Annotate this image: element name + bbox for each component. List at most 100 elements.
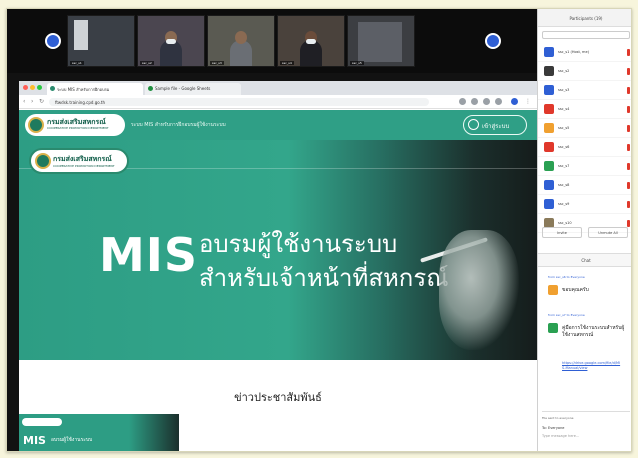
header-title: ระบบ MIS สำหรับการฝึกอบรมผู้ใช้งานระบบ (131, 122, 226, 128)
participant-name: ssc_s6 (558, 145, 570, 149)
participant-avatar (544, 161, 554, 171)
microphone-muted-icon[interactable] (627, 182, 630, 189)
chat-message-link[interactable]: https://drive.google.com/file/d/MIS-Manu… (562, 361, 622, 371)
microphone-muted-icon[interactable] (627, 125, 630, 132)
participant-row[interactable]: ssc_s3 (538, 81, 631, 100)
url-input[interactable]: ftwdsk.training.cpd.go.th (49, 98, 429, 106)
video-tile[interactable]: ssc_s2 (137, 15, 205, 67)
news-heading: ข่าวประชาสัมพันธ์ (234, 391, 322, 404)
extension-icon[interactable] (459, 98, 466, 105)
video-tile[interactable]: ssc_s5 (347, 15, 415, 67)
invite-button[interactable]: Invite (542, 227, 582, 238)
unmute-all-button[interactable]: Unmute All (588, 227, 628, 238)
participant-row[interactable]: ssc_s2 (538, 62, 631, 81)
site-header: กรมส่งเสริมสหกรณ์ COOPERATIVE PROMOTION … (19, 110, 537, 140)
chat-avatar (548, 285, 558, 295)
participant-avatar (544, 123, 554, 133)
participant-name: ssc_s5 (558, 126, 570, 130)
participant-row[interactable]: ssc_s8 (538, 176, 631, 195)
participant-row[interactable]: ssc_s1 (Host, me) (538, 43, 631, 62)
site-logo[interactable]: กรมส่งเสริมสหกรณ์ COOPERATIVE PROMOTION … (25, 114, 125, 136)
participant-row[interactable]: ssc_s9 (538, 195, 631, 214)
participant-row[interactable]: ssc_s4 (538, 100, 631, 119)
address-bar-row: ‹ › ↻ ftwdsk.training.cpd.go.th ⋮ (19, 95, 537, 109)
reload-icon[interactable]: ↻ (39, 98, 44, 105)
tab-label: ระบบ MIS สำหรับการฝึกอบรม (57, 87, 110, 92)
chat-avatar (548, 323, 558, 333)
hero-heading: MIS (99, 228, 199, 282)
chat-message-input[interactable]: Type message here... (542, 434, 579, 438)
close-window-icon[interactable] (23, 85, 28, 90)
thumbnail-image (129, 414, 179, 451)
video-gallery: ssc_s1 ssc_s2 ssc_s3 ssc_s4 ssc_s5 (7, 9, 537, 73)
news-section: ข่าวประชาสัมพันธ์ MIS อบรมผู้ใช้งานระบบ (19, 360, 537, 451)
participant-avatar (544, 66, 554, 76)
participant-avatar (544, 142, 554, 152)
browser-tab-active[interactable]: ระบบ MIS สำหรับการฝึกอบรม (47, 83, 143, 95)
participant-name: ssc_s9 (558, 202, 570, 206)
participant-search-input[interactable] (542, 31, 630, 39)
microphone-muted-icon[interactable] (627, 220, 630, 227)
participant-row[interactable]: ssc_s5 (538, 119, 631, 138)
gallery-next-button[interactable] (485, 33, 501, 49)
logo-subtext: COOPERATIVE PROMOTION DEPARTMENT (47, 126, 109, 130)
chat-compose: File sent to everyone To: Everyone Type … (542, 411, 630, 441)
participant-avatar (544, 104, 554, 114)
participant-name: ssc_s3 (558, 88, 570, 92)
forward-icon[interactable]: › (31, 98, 33, 105)
extension-icon[interactable] (471, 98, 478, 105)
participant-name: ssc_s8 (558, 183, 570, 187)
microphone-muted-icon[interactable] (627, 106, 630, 113)
login-button[interactable]: เข้าสู่ระบบ (463, 115, 527, 135)
back-icon[interactable]: ‹ (23, 98, 25, 105)
screenshot-frame: ssc_s1 ssc_s2 ssc_s3 ssc_s4 ssc_s5 ระบบ … (6, 8, 632, 452)
extension-icon[interactable] (495, 98, 502, 105)
minimize-window-icon[interactable] (30, 85, 35, 90)
microphone-muted-icon[interactable] (627, 49, 630, 56)
microphone-muted-icon[interactable] (627, 68, 630, 75)
site-favicon-icon (50, 86, 55, 91)
hero-logo: กรมส่งเสริมสหกรณ์ COOPERATIVE PROMOTION … (29, 148, 129, 174)
maximize-window-icon[interactable] (37, 85, 42, 90)
shared-browser-window: ระบบ MIS สำหรับการฝึกอบรม Sample file - … (19, 81, 537, 451)
news-thumbnail[interactable]: MIS อบรมผู้ใช้งานระบบ (19, 414, 179, 451)
hero-subtitle-line2: สำหรับเจ้าหน้าที่สหกรณ์ (199, 264, 449, 292)
video-tile-label: ssc_s2 (140, 61, 154, 65)
hero-banner: กรมส่งเสริมสหกรณ์ COOPERATIVE PROMOTION … (19, 140, 537, 360)
participant-name: ssc_s4 (558, 107, 570, 111)
chat-message-text: คู่มือการใช้งานระบบสำหรับผู้ใช้งานสหกรณ์ (562, 325, 625, 338)
participant-list: ssc_s1 (Host, me) ssc_s2 ssc_s3 ssc_s4 ssc_s… (538, 43, 631, 233)
microphone-muted-icon[interactable] (627, 87, 630, 94)
tab-label: Sample file - Google Sheets (155, 86, 211, 91)
participant-avatar (544, 199, 554, 209)
microphone-muted-icon[interactable] (627, 144, 630, 151)
hero-image-hand (439, 230, 519, 350)
logo-subtext: COOPERATIVE PROMOTION DEPARTMENT (53, 164, 115, 168)
participant-name: ssc_s10 (558, 221, 572, 225)
sheets-favicon-icon (148, 86, 153, 91)
browser-tab[interactable]: Sample file - Google Sheets (145, 83, 241, 95)
microphone-muted-icon[interactable] (627, 163, 630, 170)
meeting-view: ssc_s1 ssc_s2 ssc_s3 ssc_s4 ssc_s5 ระบบ … (7, 9, 537, 451)
participant-name: ssc_s7 (558, 164, 570, 168)
participant-row[interactable]: ssc_s6 (538, 138, 631, 157)
department-emblem-icon (28, 117, 44, 133)
video-tile[interactable]: ssc_s4 (277, 15, 345, 67)
video-tile[interactable]: ssc_s1 (67, 15, 135, 67)
department-emblem-icon (35, 153, 51, 169)
microphone-muted-icon[interactable] (627, 201, 630, 208)
participants-panel: Participants (19) ssc_s1 (Host, me) ssc_s… (537, 9, 631, 451)
gallery-prev-button[interactable] (45, 33, 61, 49)
participant-actions: Invite Unmute All (542, 227, 630, 239)
chat-recipient-select[interactable]: To: Everyone (542, 426, 564, 430)
participant-row[interactable]: ssc_s7 (538, 157, 631, 176)
chat-message-text: ขอบคุณครับ (562, 287, 589, 293)
browser-tab-bar: ระบบ MIS สำหรับการฝึกอบรม Sample file - … (19, 81, 537, 95)
chat-message-sender: from ssc_s6 to Everyone (548, 275, 585, 279)
video-tile[interactable]: ssc_s3 (207, 15, 275, 67)
participants-title: Participants (19) (538, 9, 631, 27)
extension-icon[interactable] (483, 98, 490, 105)
profile-avatar[interactable] (511, 98, 518, 105)
browser-menu-icon[interactable]: ⋮ (525, 98, 531, 105)
participant-avatar (544, 180, 554, 190)
